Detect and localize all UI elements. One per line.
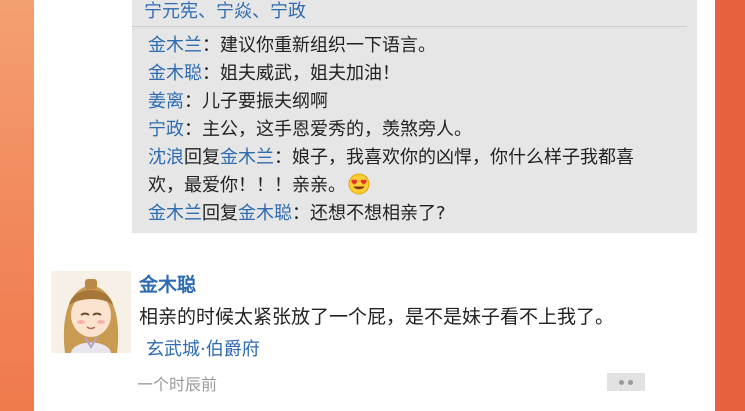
post-location[interactable]: 玄武城·伯爵府	[146, 337, 260, 363]
comment-text-continued: 欢，最爱你！！！亲亲。	[148, 175, 346, 196]
comment-text: 主公，这手恩爱秀的，羡煞旁人。	[202, 119, 472, 140]
more-dots-icon	[619, 379, 624, 385]
comment-text: 娘子，我喜欢你的凶悍，你什么样子我都喜	[292, 147, 634, 168]
comment-item[interactable]: 金木聪：姐夫威武，姐夫加油！	[148, 60, 688, 88]
comment-author[interactable]: 姜离	[148, 91, 184, 112]
comment-item[interactable]: 姜离：儿子要振夫纲啊	[148, 88, 688, 116]
post-time: 一个时辰前	[137, 375, 218, 394]
comment-item[interactable]: 金木兰：建议你重新组织一下语言。	[148, 32, 688, 60]
comment-author[interactable]: 金木兰	[148, 35, 202, 56]
comment-item[interactable]: 金木兰回复金木聪：还想不想相亲了?	[148, 200, 688, 228]
comment-text: 还想不想相亲了?	[310, 203, 446, 224]
reply-target[interactable]: 金木兰	[220, 147, 274, 168]
likes-list[interactable]: 宁元宪、宁焱、宁政	[144, 0, 306, 26]
avatar[interactable]	[51, 271, 131, 353]
comment-author[interactable]: 金木兰	[148, 203, 202, 224]
comment-separator: ：	[292, 203, 310, 224]
reply-word: 回复	[184, 147, 220, 168]
comment-author[interactable]: 沈浪	[148, 147, 184, 168]
background-right	[715, 0, 745, 411]
comment-item[interactable]: 沈浪回复金木兰：娘子，我喜欢你的凶悍，你什么样子我都喜欢，最爱你！！！亲亲。	[148, 144, 688, 200]
more-dots-icon	[628, 379, 633, 385]
reply-target[interactable]: 金木聪	[238, 203, 292, 224]
avatar-illustration	[51, 271, 131, 353]
comment-text: 儿子要振夫纲啊	[202, 91, 328, 112]
comment-box: 宁元宪、宁焱、宁政 金木兰：建议你重新组织一下语言。 金木聪：姐夫威武，姐夫加油…	[132, 0, 697, 233]
reply-word: 回复	[202, 203, 238, 224]
feed-panel: 宁元宪、宁焱、宁政 金木兰：建议你重新组织一下语言。 金木聪：姐夫威武，姐夫加油…	[34, 0, 715, 411]
comment-separator: ：	[274, 147, 292, 168]
comment-separator: ：	[202, 63, 220, 84]
heart-eyes-emoji-icon	[348, 173, 370, 195]
comment-separator: ：	[202, 35, 220, 56]
divider	[132, 26, 687, 27]
comment-author[interactable]: 金木聪	[148, 63, 202, 84]
comment-separator: ：	[184, 119, 202, 140]
post-author[interactable]: 金木聪	[139, 272, 196, 298]
comment-item[interactable]: 宁政：主公，这手恩爱秀的，羡煞旁人。	[148, 116, 688, 144]
comment-text: 姐夫威武，姐夫加油！	[220, 63, 400, 84]
background-left	[0, 0, 34, 411]
comment-separator: ：	[184, 91, 202, 112]
more-button[interactable]	[607, 373, 645, 391]
comment-author[interactable]: 宁政	[148, 119, 184, 140]
comment-text: 建议你重新组织一下语言。	[220, 35, 436, 56]
post-text: 相亲的时候太紧张放了一个屁，是不是妹子看不上我了。	[139, 306, 615, 328]
